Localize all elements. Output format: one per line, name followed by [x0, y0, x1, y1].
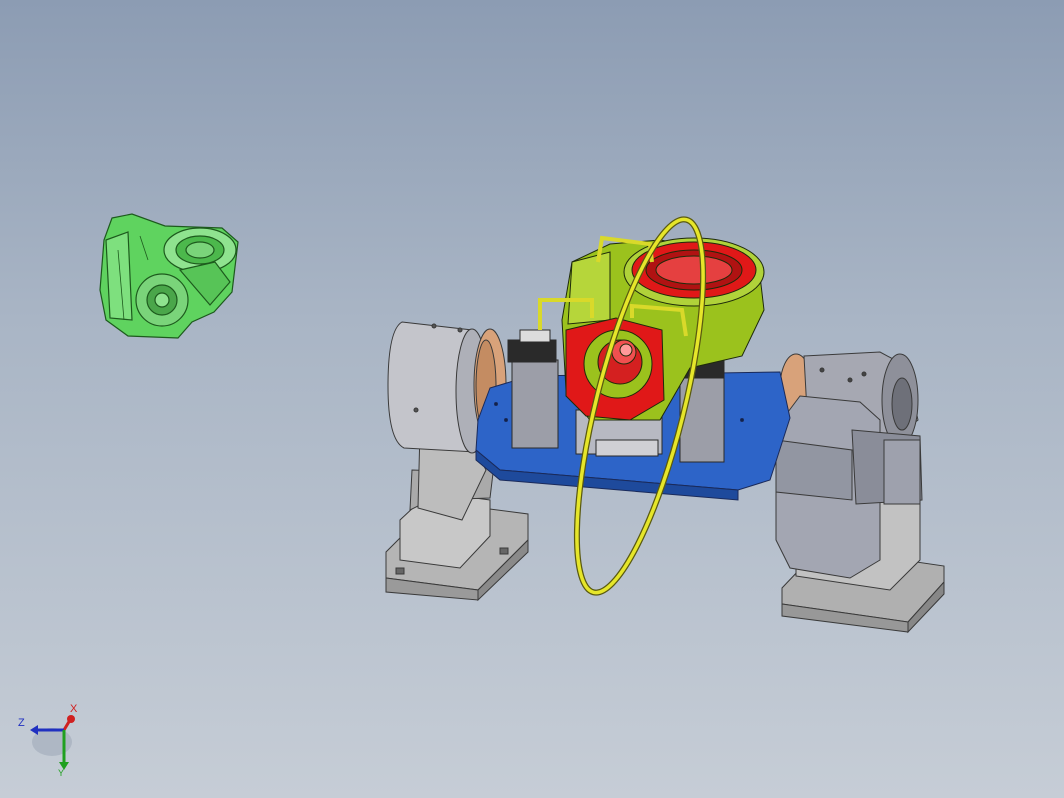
left-clamp-block[interactable] — [507, 329, 559, 449]
model-scene[interactable] — [0, 0, 1064, 798]
z-axis-label: Z — [18, 717, 25, 729]
loose-housing-part[interactable] — [99, 213, 239, 339]
cad-graphics-area[interactable]: X Z Y — [0, 0, 1064, 798]
x-axis-label: X — [70, 703, 78, 715]
y-axis-label: Y — [58, 768, 65, 778]
